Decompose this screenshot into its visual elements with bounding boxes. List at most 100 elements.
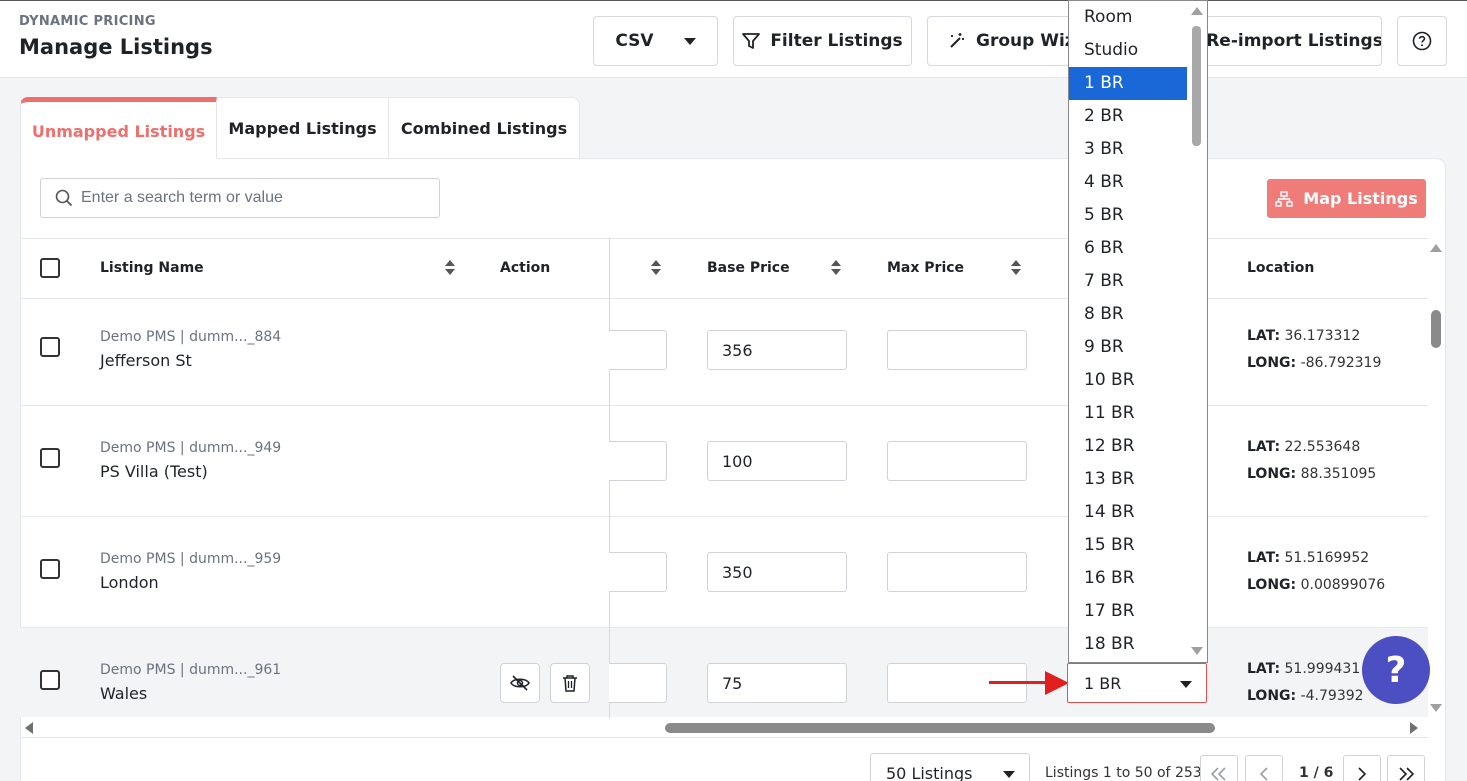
first-page-button[interactable] xyxy=(1200,755,1238,781)
dropdown-option[interactable]: 3 BR xyxy=(1069,133,1187,166)
scroll-down-arrow-icon[interactable] xyxy=(1430,704,1442,712)
horizontal-scroll-thumb[interactable] xyxy=(665,723,1215,733)
row-checkbox[interactable] xyxy=(40,559,60,579)
bedroom-dropdown-list[interactable]: Room Studio 1 BR 2 BR 3 BR 4 BR 5 BR 6 B… xyxy=(1068,0,1208,663)
row-checkbox[interactable] xyxy=(40,448,60,468)
dropdown-option[interactable]: 7 BR xyxy=(1069,265,1187,298)
max-price-input[interactable] xyxy=(887,330,1027,370)
base-price-input[interactable]: 75 xyxy=(707,663,847,703)
listing-source: Demo PMS | dumm..._949 xyxy=(100,440,282,456)
help-button[interactable] xyxy=(1397,16,1447,66)
dropdown-scroll-thumb[interactable] xyxy=(1192,26,1201,146)
sort-icon[interactable] xyxy=(651,260,661,276)
dropdown-option[interactable]: 18 BR xyxy=(1069,628,1187,661)
row-checkbox[interactable] xyxy=(40,670,60,690)
listing-name: Wales xyxy=(100,684,148,703)
column-header-base-price[interactable]: Base Price xyxy=(707,260,790,276)
min-price-input[interactable] xyxy=(609,330,667,370)
column-header-max-price[interactable]: Max Price xyxy=(887,260,964,276)
vertical-scroll-thumb[interactable] xyxy=(1431,310,1441,348)
tab-combined-listings[interactable]: Combined Listings xyxy=(389,97,580,159)
per-page-select[interactable]: 50 Listings xyxy=(870,753,1030,781)
support-chat-button[interactable]: ? xyxy=(1362,636,1430,704)
column-header-action: Action xyxy=(500,260,551,276)
dropdown-option[interactable]: 13 BR xyxy=(1069,463,1187,496)
scroll-left-arrow-icon[interactable] xyxy=(25,722,33,734)
group-wizard-button[interactable]: Group Wiza xyxy=(927,16,1077,66)
long-label: LONG: xyxy=(1247,466,1297,482)
dropdown-option[interactable]: 8 BR xyxy=(1069,298,1187,331)
dropdown-option[interactable]: 17 BR xyxy=(1069,595,1187,628)
dropdown-option[interactable]: Studio xyxy=(1069,34,1187,67)
dropdown-option[interactable]: 14 BR xyxy=(1069,496,1187,529)
last-page-button[interactable] xyxy=(1387,755,1425,781)
sort-icon[interactable] xyxy=(445,260,455,276)
latitude: LAT: 51.999431 xyxy=(1247,661,1360,677)
reimport-listings-button[interactable]: /Re-import Listings xyxy=(1190,16,1382,66)
dropdown-option[interactable]: Room xyxy=(1069,1,1187,34)
max-price-input[interactable] xyxy=(887,552,1027,592)
csv-label: CSV xyxy=(615,31,654,51)
row-checkbox[interactable] xyxy=(40,337,60,357)
filter-listings-button[interactable]: Filter Listings xyxy=(733,16,912,66)
column-header-location: Location xyxy=(1247,260,1315,276)
tab-unmapped-listings[interactable]: Unmapped Listings xyxy=(20,97,217,159)
search-box[interactable] xyxy=(40,178,440,218)
min-price-input[interactable] xyxy=(609,552,667,592)
dropdown-option[interactable]: 6 BR xyxy=(1069,232,1187,265)
chevron-left-icon xyxy=(1259,767,1269,781)
trash-icon xyxy=(562,674,578,692)
dropdown-scrollbar[interactable] xyxy=(1187,1,1207,662)
dropdown-option[interactable]: 15 BR xyxy=(1069,529,1187,562)
page-indicator: 1 / 6 xyxy=(1299,765,1334,781)
select-all-checkbox[interactable] xyxy=(40,258,60,278)
filter-listings-label: Filter Listings xyxy=(770,31,903,51)
dropdown-option[interactable]: 2 BR xyxy=(1069,100,1187,133)
map-listings-label: Map Listings xyxy=(1303,189,1418,208)
search-input[interactable] xyxy=(81,189,421,207)
sort-icon[interactable] xyxy=(1011,260,1021,276)
next-page-button[interactable] xyxy=(1343,755,1381,781)
longitude: LONG: -86.792319 xyxy=(1247,355,1381,371)
max-price-input[interactable] xyxy=(887,441,1027,481)
base-price-input[interactable]: 356 xyxy=(707,330,847,370)
base-price-input[interactable]: 100 xyxy=(707,441,847,481)
group-wizard-label: Group Wiza xyxy=(976,31,1077,51)
base-price-input[interactable]: 350 xyxy=(707,552,847,592)
table-horizontal-scrollbar[interactable] xyxy=(20,718,1428,738)
delete-listing-button[interactable] xyxy=(550,663,590,703)
min-price-input[interactable] xyxy=(609,441,667,481)
scroll-down-arrow-icon[interactable] xyxy=(1191,647,1203,655)
table-top-border xyxy=(20,238,1428,239)
eye-slash-icon xyxy=(510,675,530,691)
row-divider xyxy=(20,516,1428,517)
scroll-right-arrow-icon[interactable] xyxy=(1410,722,1418,734)
dropdown-option[interactable]: 9 BR xyxy=(1069,331,1187,364)
lat-value: 51.5169952 xyxy=(1284,550,1370,566)
scroll-up-arrow-icon[interactable] xyxy=(1430,244,1442,252)
table-vertical-scrollbar[interactable] xyxy=(1427,240,1445,716)
bedroom-select[interactable]: 1 BR xyxy=(1067,663,1207,703)
double-chevron-right-icon xyxy=(1397,767,1415,781)
dropdown-option[interactable]: 11 BR xyxy=(1069,397,1187,430)
map-listings-button[interactable]: Map Listings xyxy=(1267,179,1426,218)
listing-count: Listings 1 to 50 of 253 xyxy=(1045,765,1202,781)
dropdown-option[interactable]: 16 BR xyxy=(1069,562,1187,595)
dropdown-option[interactable]: 12 BR xyxy=(1069,430,1187,463)
previous-page-button[interactable] xyxy=(1245,755,1283,781)
row-divider xyxy=(20,405,1428,406)
dropdown-option[interactable]: 10 BR xyxy=(1069,364,1187,397)
dropdown-option[interactable]: 4 BR xyxy=(1069,166,1187,199)
bedroom-select-value: 1 BR xyxy=(1084,673,1122,693)
scroll-up-arrow-icon[interactable] xyxy=(1191,7,1203,15)
dropdown-option-selected[interactable]: 1 BR xyxy=(1069,67,1187,100)
dropdown-option[interactable]: 5 BR xyxy=(1069,199,1187,232)
column-header-listing-name[interactable]: Listing Name xyxy=(100,260,204,276)
hide-listing-button[interactable] xyxy=(500,663,540,703)
tab-mapped-listings[interactable]: Mapped Listings xyxy=(217,97,389,159)
long-label: LONG: xyxy=(1247,688,1297,704)
sort-icon[interactable] xyxy=(831,260,841,276)
csv-dropdown-button[interactable]: CSV xyxy=(593,16,718,66)
min-price-input[interactable] xyxy=(609,663,667,703)
lat-label: LAT: xyxy=(1247,661,1281,677)
